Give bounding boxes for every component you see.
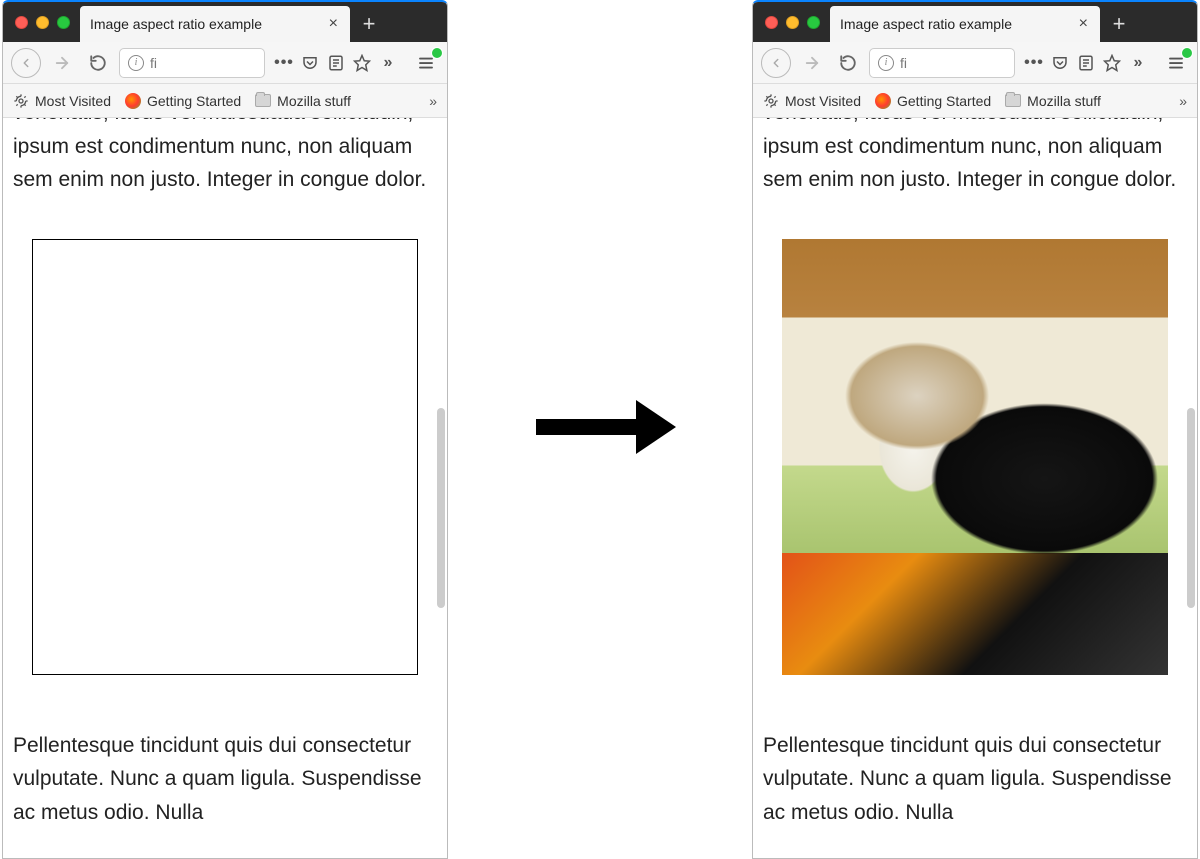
reader-mode-icon[interactable]: [1077, 54, 1095, 72]
url-text: fi: [150, 55, 256, 71]
bookmark-label: Most Visited: [785, 93, 861, 109]
folder-icon: [255, 94, 271, 107]
close-window-button[interactable]: [765, 16, 778, 29]
paragraph: venenatis, lacus vel malesuada sollicitu…: [13, 118, 437, 197]
close-window-button[interactable]: [15, 16, 28, 29]
bookmark-getting-started[interactable]: Getting Started: [125, 93, 241, 109]
bookmark-getting-started[interactable]: Getting Started: [875, 93, 991, 109]
toolbar-overflow-icon[interactable]: »: [1129, 54, 1147, 72]
new-tab-button[interactable]: +: [1100, 6, 1138, 42]
tab-title: Image aspect ratio example: [90, 16, 317, 32]
site-info-icon[interactable]: i: [128, 55, 144, 71]
bookmark-label: Mozilla stuff: [1027, 93, 1101, 109]
bookmark-label: Most Visited: [35, 93, 111, 109]
image-placeholder: [32, 239, 418, 675]
bookmarks-overflow-icon[interactable]: »: [1179, 93, 1187, 109]
bookmark-most-visited[interactable]: Most Visited: [763, 93, 861, 109]
zoom-window-button[interactable]: [57, 16, 70, 29]
new-tab-button[interactable]: +: [350, 6, 388, 42]
back-button[interactable]: [761, 48, 791, 78]
tab-title: Image aspect ratio example: [840, 16, 1067, 32]
nav-toolbar: i fi ••• »: [753, 42, 1197, 84]
forward-button[interactable]: [47, 48, 77, 78]
reload-button[interactable]: [83, 48, 113, 78]
forward-button[interactable]: [797, 48, 827, 78]
page-content: venenatis, lacus vel malesuada sollicitu…: [753, 118, 1197, 858]
reload-button[interactable]: [833, 48, 863, 78]
minimize-window-button[interactable]: [36, 16, 49, 29]
tab-close-button[interactable]: ×: [327, 15, 340, 33]
browser-window-before: Image aspect ratio example × + i fi •••: [2, 0, 448, 859]
update-badge-icon: [1181, 47, 1193, 59]
site-info-icon[interactable]: i: [878, 55, 894, 71]
paragraph: Pellentesque tincidunt quis dui consecte…: [13, 729, 437, 830]
tab-strip: Image aspect ratio example × +: [3, 2, 447, 42]
bookmark-star-icon[interactable]: [353, 54, 371, 72]
paragraph: venenatis, lacus vel malesuada sollicitu…: [763, 118, 1187, 197]
tab-close-button[interactable]: ×: [1077, 15, 1090, 33]
pocket-icon[interactable]: [301, 54, 319, 72]
bookmark-mozilla-stuff[interactable]: Mozilla stuff: [255, 93, 351, 109]
browser-tab[interactable]: Image aspect ratio example ×: [80, 6, 350, 42]
nav-toolbar: i fi ••• »: [3, 42, 447, 84]
browser-tab[interactable]: Image aspect ratio example ×: [830, 6, 1100, 42]
back-button[interactable]: [11, 48, 41, 78]
firefox-icon: [125, 93, 141, 109]
tab-strip: Image aspect ratio example × +: [753, 2, 1197, 42]
folder-icon: [1005, 94, 1021, 107]
app-menu-button[interactable]: [1163, 50, 1189, 76]
reader-mode-icon[interactable]: [327, 54, 345, 72]
url-text: fi: [900, 55, 1006, 71]
page-actions-menu-icon[interactable]: •••: [275, 54, 293, 72]
bookmark-mozilla-stuff[interactable]: Mozilla stuff: [1005, 93, 1101, 109]
url-bar[interactable]: i fi: [869, 48, 1015, 78]
page-content: venenatis, lacus vel malesuada sollicitu…: [3, 118, 447, 858]
page-actions: ••• »: [271, 54, 401, 72]
bookmark-label: Getting Started: [897, 93, 991, 109]
window-controls: [9, 2, 80, 42]
update-badge-icon: [431, 47, 443, 59]
zoom-window-button[interactable]: [807, 16, 820, 29]
bookmark-star-icon[interactable]: [1103, 54, 1121, 72]
bookmarks-overflow-icon[interactable]: »: [429, 93, 437, 109]
bookmark-most-visited[interactable]: Most Visited: [13, 93, 111, 109]
bookmarks-toolbar: Most Visited Getting Started Mozilla stu…: [3, 84, 447, 118]
app-menu-button[interactable]: [413, 50, 439, 76]
page-actions-menu-icon[interactable]: •••: [1025, 54, 1043, 72]
url-bar[interactable]: i fi: [119, 48, 265, 78]
window-controls: [759, 2, 830, 42]
minimize-window-button[interactable]: [786, 16, 799, 29]
bookmark-label: Mozilla stuff: [277, 93, 351, 109]
browser-window-after: Image aspect ratio example × + i fi •••: [752, 0, 1198, 859]
page-actions: ••• »: [1021, 54, 1151, 72]
content-image: [782, 239, 1168, 675]
toolbar-overflow-icon[interactable]: »: [379, 54, 397, 72]
arrow-right-icon: [536, 400, 676, 454]
vertical-scrollbar[interactable]: [437, 408, 445, 608]
bookmark-label: Getting Started: [147, 93, 241, 109]
firefox-icon: [875, 93, 891, 109]
pocket-icon[interactable]: [1051, 54, 1069, 72]
paragraph: Pellentesque tincidunt quis dui consecte…: [763, 729, 1187, 830]
vertical-scrollbar[interactable]: [1187, 408, 1195, 608]
bookmarks-toolbar: Most Visited Getting Started Mozilla stu…: [753, 84, 1197, 118]
